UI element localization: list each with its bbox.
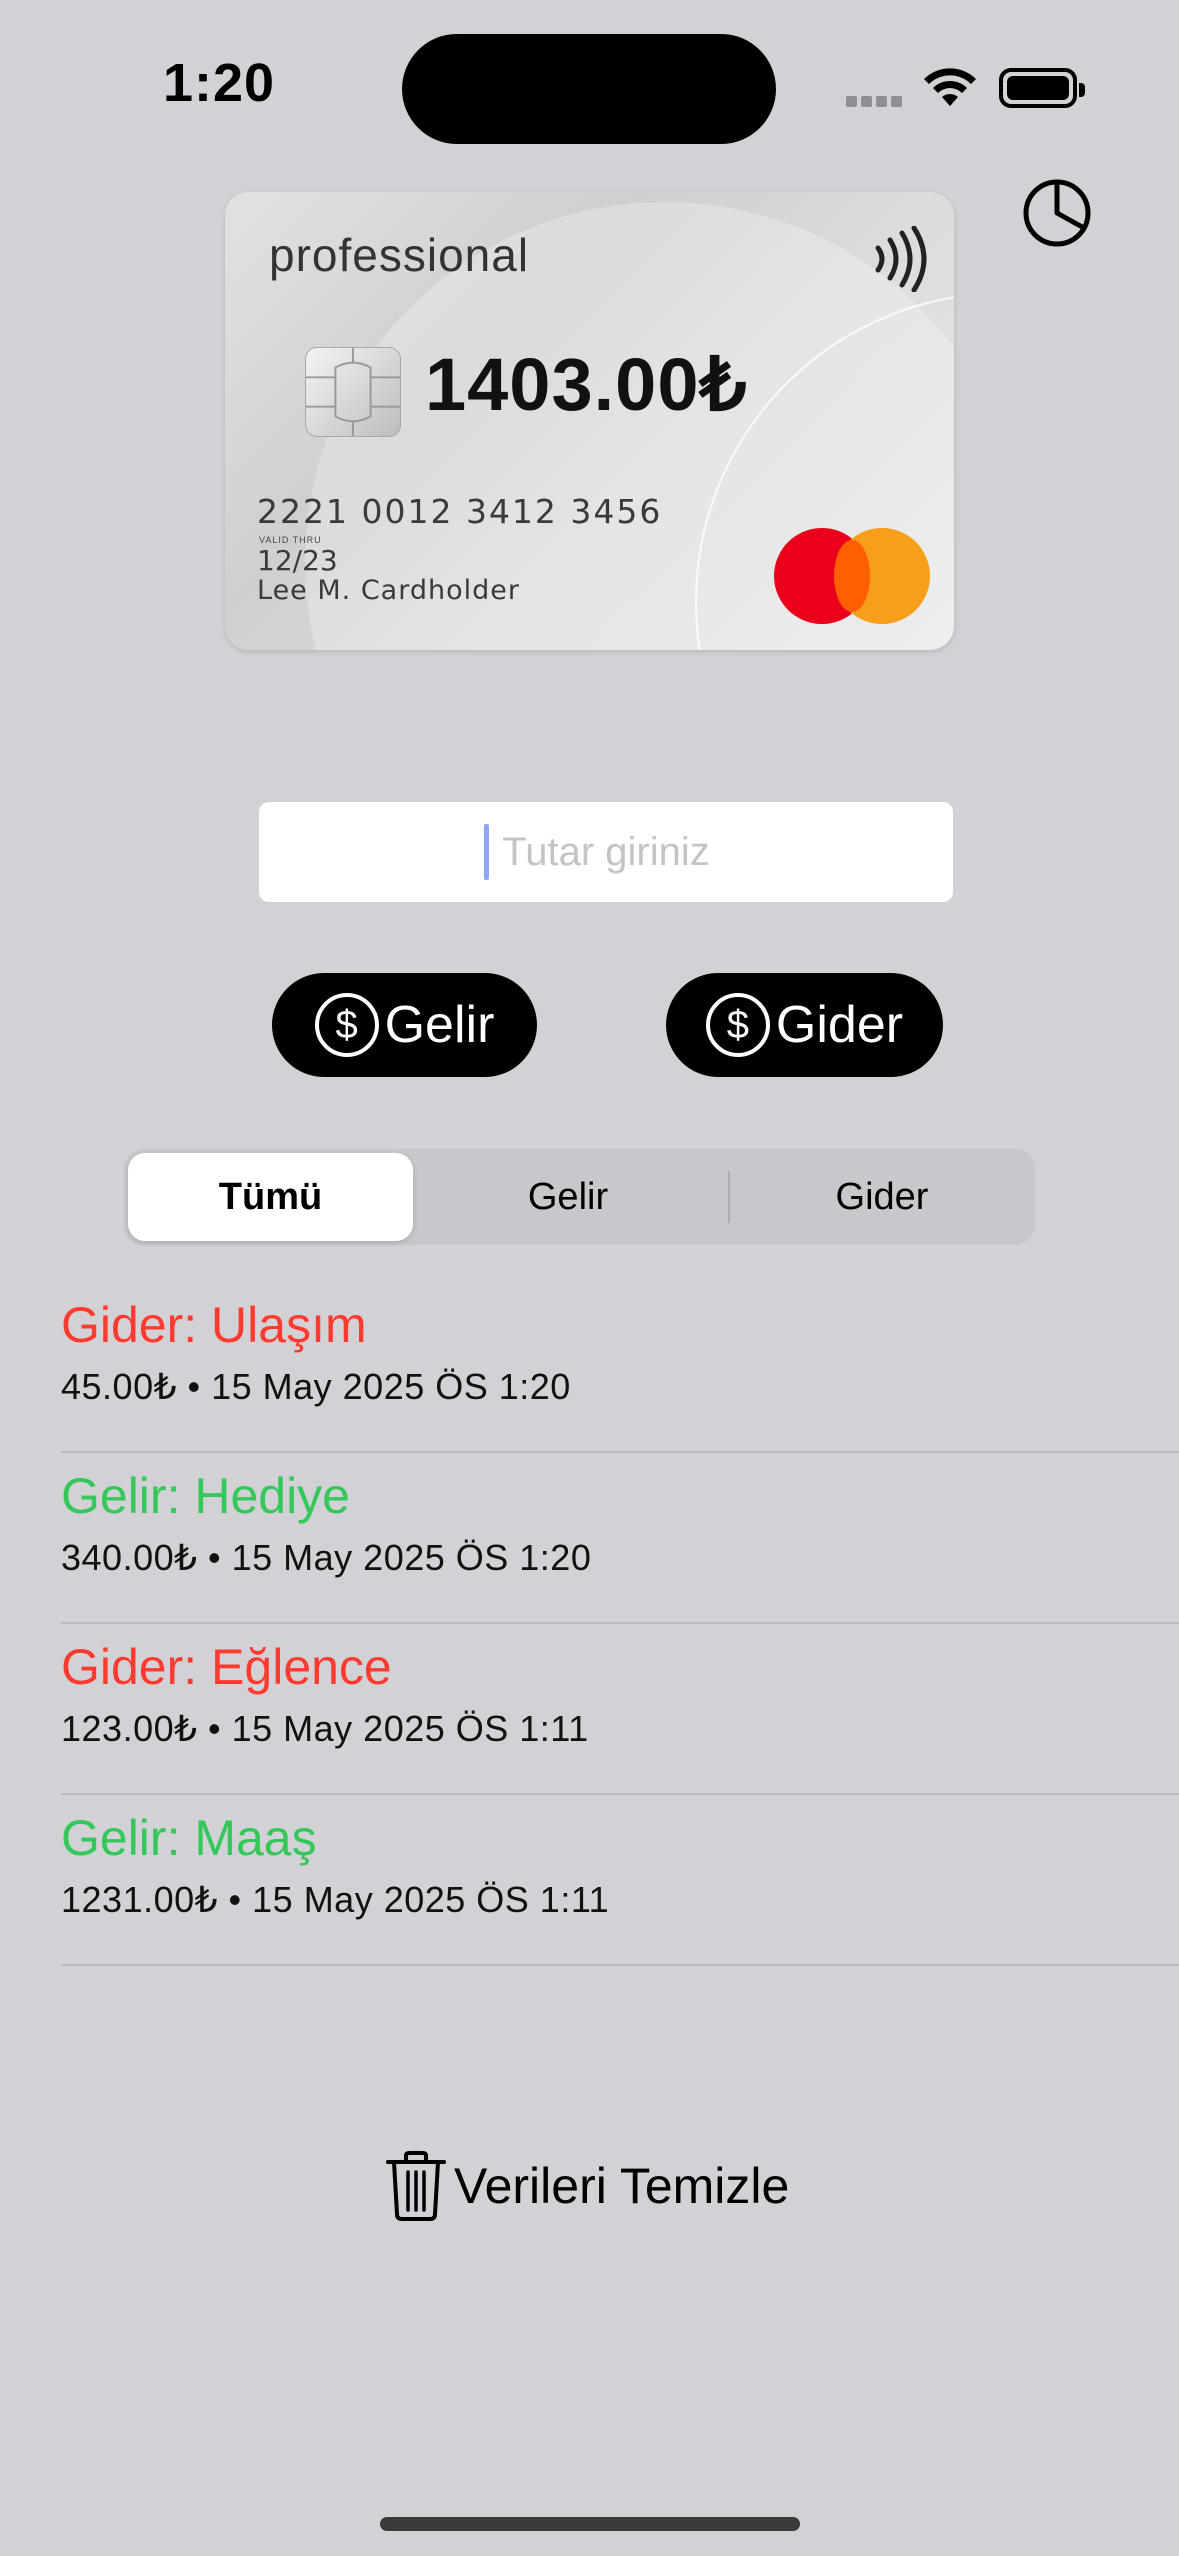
- transaction-title: Gelir: Hediye: [61, 1468, 350, 1524]
- dollar-circle-icon: $: [314, 993, 379, 1057]
- transaction-title: Gider: Eğlence: [61, 1639, 392, 1695]
- add-income-label: Gelir: [384, 996, 495, 1054]
- card-number: 2221 0012 3412 3456: [257, 492, 663, 531]
- pie-chart-icon[interactable]: [1022, 178, 1092, 248]
- list-item[interactable]: Gider: Eğlence 123.00₺ • 15 May 2025 ÖS …: [61, 1624, 1179, 1795]
- battery-icon: [999, 68, 1085, 108]
- valid-thru-date: 12/23: [257, 544, 338, 577]
- card-balance: 1403.00₺: [425, 343, 748, 426]
- dollar-circle-icon: $: [705, 993, 770, 1057]
- transaction-detail: 45.00₺ • 15 May 2025 ÖS 1:20: [61, 1366, 571, 1407]
- transaction-list: Gider: Ulaşım 45.00₺ • 15 May 2025 ÖS 1:…: [61, 1282, 1179, 1966]
- transaction-title: Gelir: Maaş: [61, 1810, 317, 1866]
- contactless-icon: [875, 226, 927, 292]
- mastercard-logo-icon: [774, 528, 934, 624]
- add-income-button[interactable]: $ Gelir: [272, 973, 537, 1077]
- clear-data-label: Verileri Temizle: [454, 2158, 790, 2214]
- segment-divider: [728, 1171, 730, 1223]
- transaction-title: Gider: Ulaşım: [61, 1297, 367, 1353]
- card-brand: professional: [269, 229, 530, 281]
- list-item[interactable]: Gider: Ulaşım 45.00₺ • 15 May 2025 ÖS 1:…: [61, 1282, 1179, 1453]
- transaction-detail: 123.00₺ • 15 May 2025 ÖS 1:11: [61, 1708, 589, 1749]
- segment-all[interactable]: Tümü: [128, 1153, 413, 1241]
- amount-input[interactable]: [259, 802, 953, 902]
- segment-income[interactable]: Gelir: [413, 1153, 723, 1241]
- clear-data-button[interactable]: Verileri Temizle: [384, 2148, 789, 2224]
- card-chip-icon: [305, 347, 401, 437]
- filter-segmented-control: Tümü Gelir Gider: [124, 1149, 1035, 1245]
- status-time: 1:20: [163, 53, 276, 113]
- list-item[interactable]: Gelir: Maaş 1231.00₺ • 15 May 2025 ÖS 1:…: [61, 1795, 1179, 1966]
- text-cursor: [484, 824, 489, 880]
- balance-card: professional 1403.00₺ 2221 0012 3412 345…: [225, 192, 954, 650]
- trash-icon: [386, 2151, 446, 2221]
- dynamic-island: [402, 34, 776, 144]
- transaction-detail: 340.00₺ • 15 May 2025 ÖS 1:20: [61, 1537, 592, 1578]
- card-holder-name: Lee M. Cardholder: [257, 575, 520, 606]
- home-indicator[interactable]: [380, 2517, 800, 2531]
- add-expense-label: Gider: [775, 996, 904, 1054]
- wifi-icon: [924, 68, 976, 106]
- segment-expense[interactable]: Gider: [732, 1153, 1032, 1241]
- cellular-signal-icon: [846, 94, 906, 107]
- transaction-detail: 1231.00₺ • 15 May 2025 ÖS 1:11: [61, 1879, 610, 1920]
- add-expense-button[interactable]: $ Gider: [666, 973, 943, 1077]
- list-item[interactable]: Gelir: Hediye 340.00₺ • 15 May 2025 ÖS 1…: [61, 1453, 1179, 1624]
- app-screen: 1:20 professional 1403.00₺ 2221 0012 341…: [0, 0, 1179, 2556]
